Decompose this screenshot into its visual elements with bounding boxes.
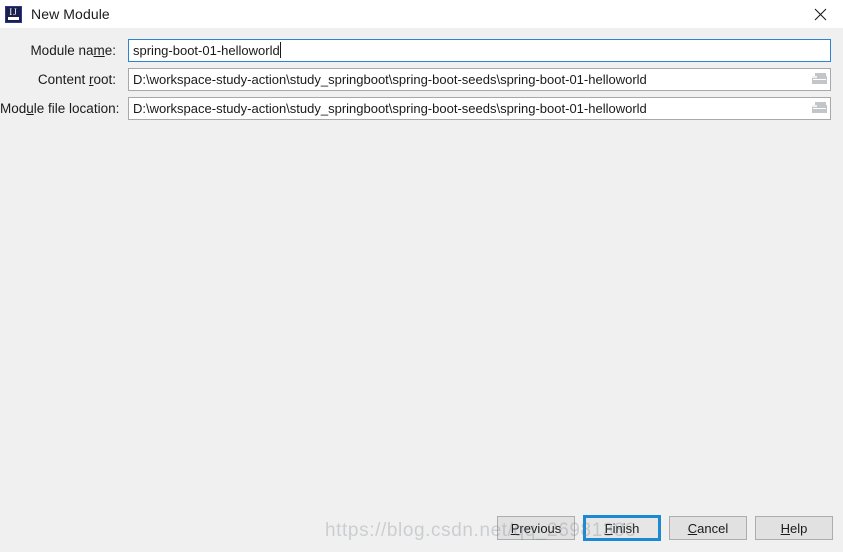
finish-label-mnemonic: F (604, 520, 613, 536)
label-module-file-location-after: le file location: (33, 100, 120, 116)
close-icon (814, 8, 826, 20)
form-row-content-root: Content root: (0, 67, 843, 91)
label-module-name-after: e: (104, 42, 116, 58)
previous-label-after: revious (519, 520, 562, 536)
label-module-name: Module name: (0, 43, 122, 58)
module-file-location-input[interactable] (128, 96, 831, 120)
module-name-input[interactable] (128, 38, 831, 62)
module-file-location-field-wrap (128, 96, 831, 120)
label-module-name-mnemonic: m (93, 42, 105, 58)
cancel-button[interactable]: Cancel (669, 516, 747, 540)
content-root-input[interactable] (128, 67, 831, 91)
form-row-module-name: Module name: (0, 38, 843, 62)
previous-label-mnemonic: P (510, 520, 520, 536)
module-name-field-wrap (128, 38, 831, 62)
close-button[interactable] (797, 0, 843, 28)
help-button[interactable]: Help (755, 516, 833, 540)
module-form: Module name: Content root: Module file l… (0, 28, 843, 518)
label-module-name-before: Module na (30, 42, 94, 58)
finish-button[interactable]: Finish (583, 515, 661, 541)
help-label-mnemonic: H (780, 520, 791, 536)
form-row-module-file-location: Module file location: (0, 96, 843, 120)
intellij-idea-icon: IJ (5, 5, 22, 23)
label-content-root-before: Content (37, 71, 89, 87)
content-root-field-wrap (128, 67, 831, 91)
dialog-button-bar: Previous Finish Cancel Help (0, 504, 843, 552)
window-title: New Module (31, 6, 110, 22)
previous-button[interactable]: Previous (497, 516, 575, 540)
label-module-file-location: Module file location: (0, 101, 122, 116)
cancel-label-after: ancel (697, 520, 729, 536)
label-module-file-location-before: Mod (0, 100, 27, 116)
help-label-after: elp (790, 520, 808, 536)
module-file-location-browse-folder-icon[interactable] (812, 101, 827, 115)
cancel-label-mnemonic: C (687, 520, 698, 536)
label-content-root: Content root: (0, 72, 122, 87)
app-icon-bar (8, 16, 19, 20)
label-content-root-after: oot: (93, 71, 116, 87)
content-root-browse-folder-icon[interactable] (812, 72, 827, 86)
text-caret (280, 41, 281, 58)
label-module-file-location-mnemonic: u (26, 100, 34, 116)
finish-label-after: inish (612, 520, 640, 536)
window-titlebar: IJ New Module (0, 0, 843, 28)
app-icon-letters: IJ (9, 6, 18, 17)
